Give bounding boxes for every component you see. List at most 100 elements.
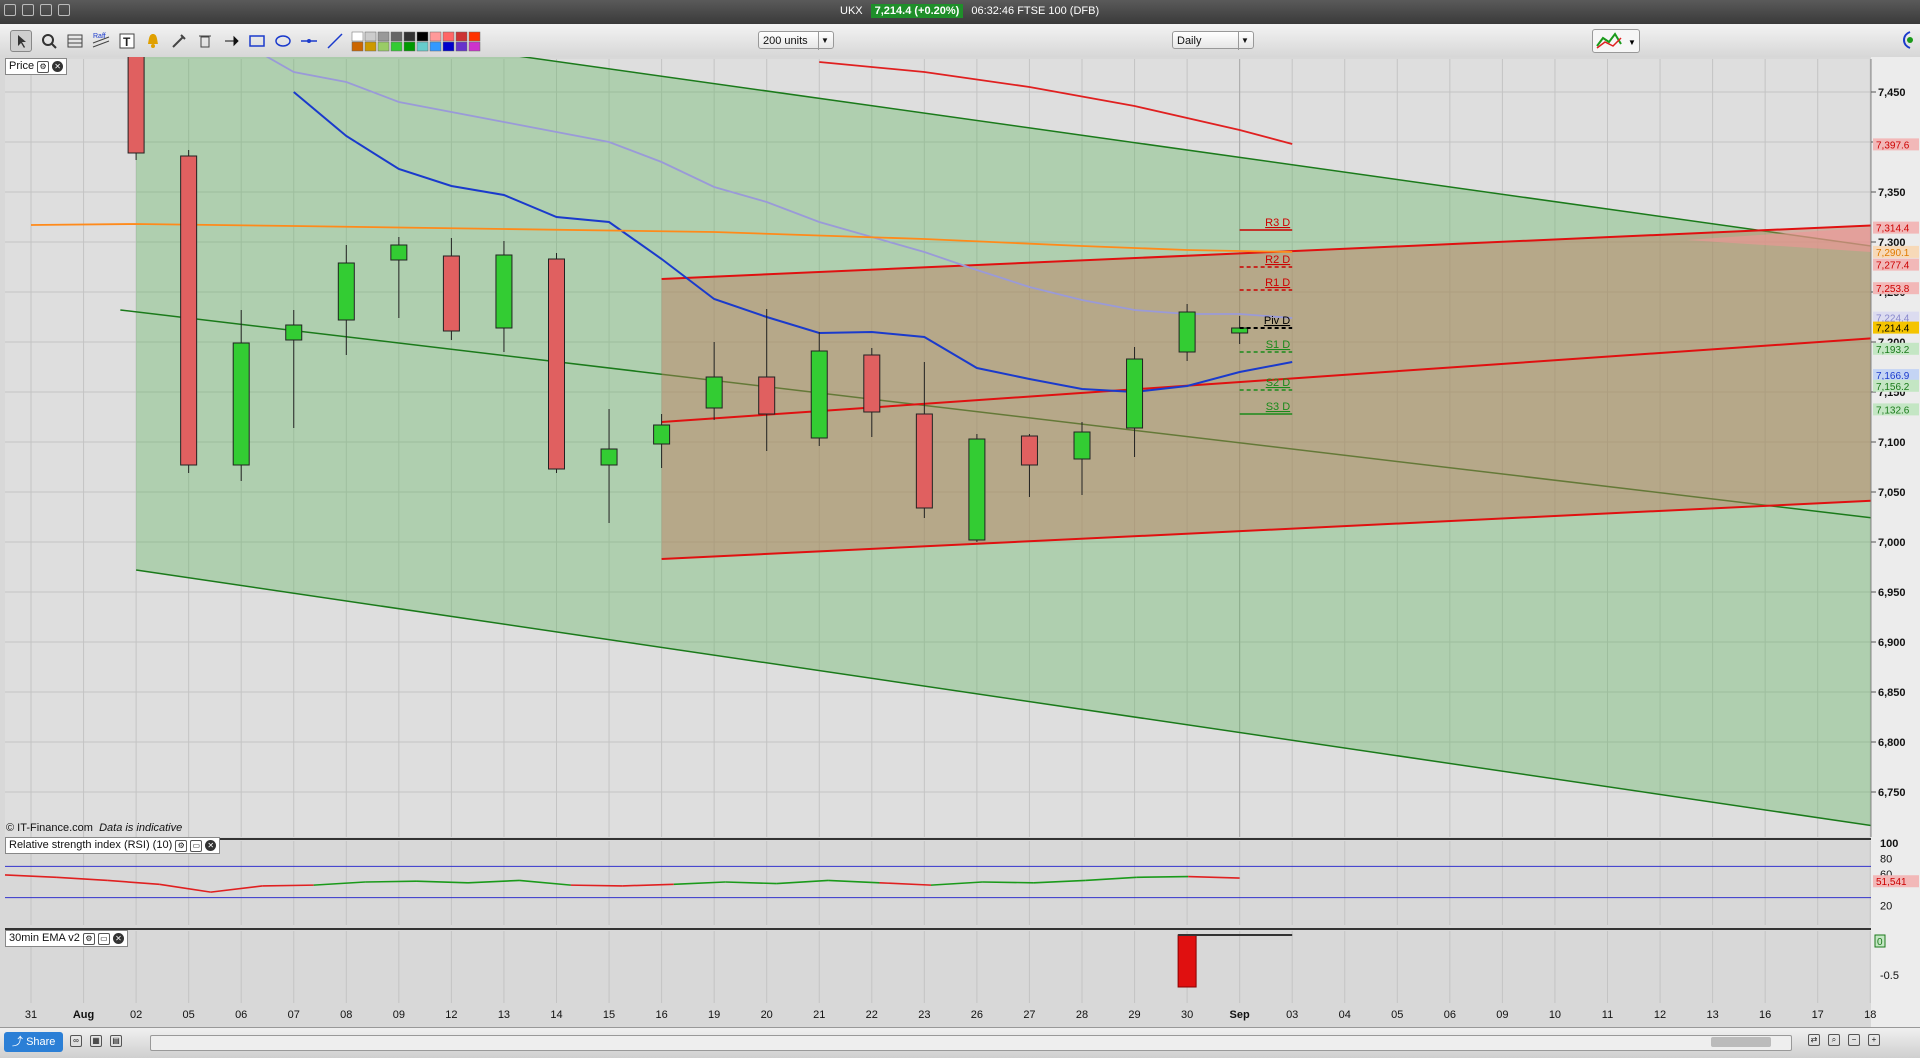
minimize-window-icon[interactable] <box>22 4 34 16</box>
properties-tool-icon[interactable] <box>168 30 190 52</box>
window-icon[interactable]: ▭ <box>97 932 110 945</box>
rsi-panel-label[interactable]: Relative strength index (RSI) (10) ⚙ ▭ ✕ <box>5 837 221 854</box>
share-button[interactable]: ⤴ Share <box>4 1032 64 1052</box>
color-swatch <box>429 31 442 42</box>
bottom-bar: ⤴ Share ∞ ▦ ▤ ⇄ ⌕ − + <box>0 1027 1920 1058</box>
price-tag-label: 7,277.4 <box>1876 261 1910 272</box>
price-badge: 7,214.4 (+0.20%) <box>870 4 964 18</box>
wrench-icon[interactable]: ⚙ <box>37 60 50 73</box>
keyboard-icon[interactable] <box>58 4 70 16</box>
period-select[interactable]: Daily <box>1172 31 1254 50</box>
x-tick-label: 28 <box>1076 1009 1088 1021</box>
y-tick-label: 7,000 <box>1878 537 1906 549</box>
y-tick-label: 6,950 <box>1878 587 1906 599</box>
rsi-tick-label: 100 <box>1880 838 1898 850</box>
color-swatch <box>455 41 468 52</box>
units-select[interactable]: 200 units <box>758 31 834 50</box>
x-tick-label: 31 <box>25 1009 37 1021</box>
x-tick-label: 29 <box>1128 1009 1140 1021</box>
arrow-tool-icon[interactable] <box>220 30 242 52</box>
close-icon[interactable]: ✕ <box>112 933 124 944</box>
zoom-tool-icon[interactable] <box>38 30 60 52</box>
color-palette[interactable] <box>350 30 505 52</box>
candle-body <box>285 324 303 341</box>
y-tick-label: 7,100 <box>1878 437 1906 449</box>
ema-tick-label: -0.5 <box>1880 970 1899 982</box>
pivot-label: R3 D <box>1265 217 1290 229</box>
trend-line-tool-icon[interactable] <box>324 30 346 52</box>
x-tick-label: 27 <box>1023 1009 1035 1021</box>
x-tick-label: 17 <box>1812 1009 1824 1021</box>
horizontal-scrollbar[interactable] <box>150 1035 1792 1051</box>
rsi-line-segment <box>982 881 1034 884</box>
pointer-tool-icon[interactable] <box>10 30 32 52</box>
window-icon[interactable]: ▭ <box>190 839 203 852</box>
rsi-line-segment <box>365 880 417 883</box>
x-tick-label: Aug <box>73 1009 94 1021</box>
candle-body <box>390 244 408 261</box>
x-tick-label: 07 <box>288 1009 300 1021</box>
close-icon[interactable]: ✕ <box>205 840 217 851</box>
ema-tick-label: 0 <box>1877 937 1883 948</box>
template-icon[interactable]: ▤ <box>110 1035 122 1047</box>
chart-type-select[interactable]: ▼ <box>1592 29 1640 53</box>
raff-channel-tool-icon[interactable]: Raff <box>90 30 112 52</box>
candle-body <box>495 254 513 329</box>
color-swatch <box>390 41 403 52</box>
candle-body <box>232 342 250 466</box>
zoom-fit-icon[interactable]: ⌕ <box>1828 1034 1840 1046</box>
scroll-thumb[interactable] <box>1711 1037 1771 1047</box>
candle-body <box>127 57 145 154</box>
horizontal-line-tool-icon[interactable] <box>298 30 320 52</box>
candle-body <box>810 350 828 439</box>
rsi-value-tag: 51,541 <box>1876 877 1907 888</box>
zoom-in-icon[interactable]: + <box>1868 1034 1880 1046</box>
x-tick-label: 09 <box>1496 1009 1508 1021</box>
wrench-icon[interactable]: ⚙ <box>82 932 95 945</box>
rsi-line-segment <box>570 884 623 887</box>
candle-body <box>1126 358 1144 429</box>
fibonacci-tool-icon[interactable] <box>64 30 86 52</box>
candle-body <box>180 155 198 466</box>
close-icon[interactable]: ✕ <box>52 61 64 72</box>
candle-body <box>863 354 881 413</box>
maximize-window-icon[interactable] <box>40 4 52 16</box>
settings-gear-icon[interactable] <box>1896 29 1916 51</box>
grid-icon[interactable]: ▦ <box>90 1035 102 1047</box>
color-swatch <box>351 31 364 42</box>
chart-area[interactable]: R3 D R2 D R1 D Piv D S1 D S2 D S3 D 6,750 6,800… <box>0 57 1920 1027</box>
candle-body <box>968 438 986 541</box>
ema-panel-label[interactable]: 30min EMA v2 ⚙ ▭ ✕ <box>5 930 128 947</box>
wrench-icon[interactable]: ⚙ <box>175 839 188 852</box>
close-window-icon[interactable] <box>4 4 16 16</box>
ema-panel-title: 30min EMA v2 <box>9 932 80 944</box>
x-tick-label: 18 <box>1864 1009 1876 1021</box>
price-panel-label[interactable]: Price ⚙ ✕ <box>5 58 68 75</box>
rsi-tick-label: 20 <box>1880 900 1892 912</box>
ellipse-tool-icon[interactable] <box>272 30 294 52</box>
pivot-label: Piv D <box>1264 315 1290 327</box>
delete-icon[interactable] <box>194 30 216 52</box>
x-tick-label: 22 <box>866 1009 878 1021</box>
candle-body <box>758 376 776 415</box>
x-tick-label: 05 <box>183 1009 195 1021</box>
y-tick-label: 7,050 <box>1878 487 1906 499</box>
x-tick-label: 11 <box>1602 1009 1613 1021</box>
window-controls[interactable] <box>4 4 70 16</box>
y-tick-label: 7,350 <box>1878 187 1906 199</box>
x-tick-label: 23 <box>918 1009 930 1021</box>
ema-bar <box>1177 934 1197 988</box>
pivot-label: S3 D <box>1266 401 1291 413</box>
x-tick-label: 21 <box>813 1009 825 1021</box>
auto-scale-icon[interactable]: ⇄ <box>1808 1034 1820 1046</box>
rsi-line-segment <box>1136 875 1189 879</box>
candle-body <box>548 258 565 470</box>
alert-bell-icon[interactable] <box>142 30 164 52</box>
link-icon[interactable]: ∞ <box>70 1035 82 1047</box>
rsi-line-segment <box>262 884 314 887</box>
pivot-label: S2 D <box>1266 377 1291 389</box>
text-tool-icon[interactable]: T <box>116 30 138 52</box>
zoom-out-icon[interactable]: − <box>1848 1034 1860 1046</box>
pivot-label: S1 D <box>1266 339 1291 351</box>
rectangle-tool-icon[interactable] <box>246 30 268 52</box>
